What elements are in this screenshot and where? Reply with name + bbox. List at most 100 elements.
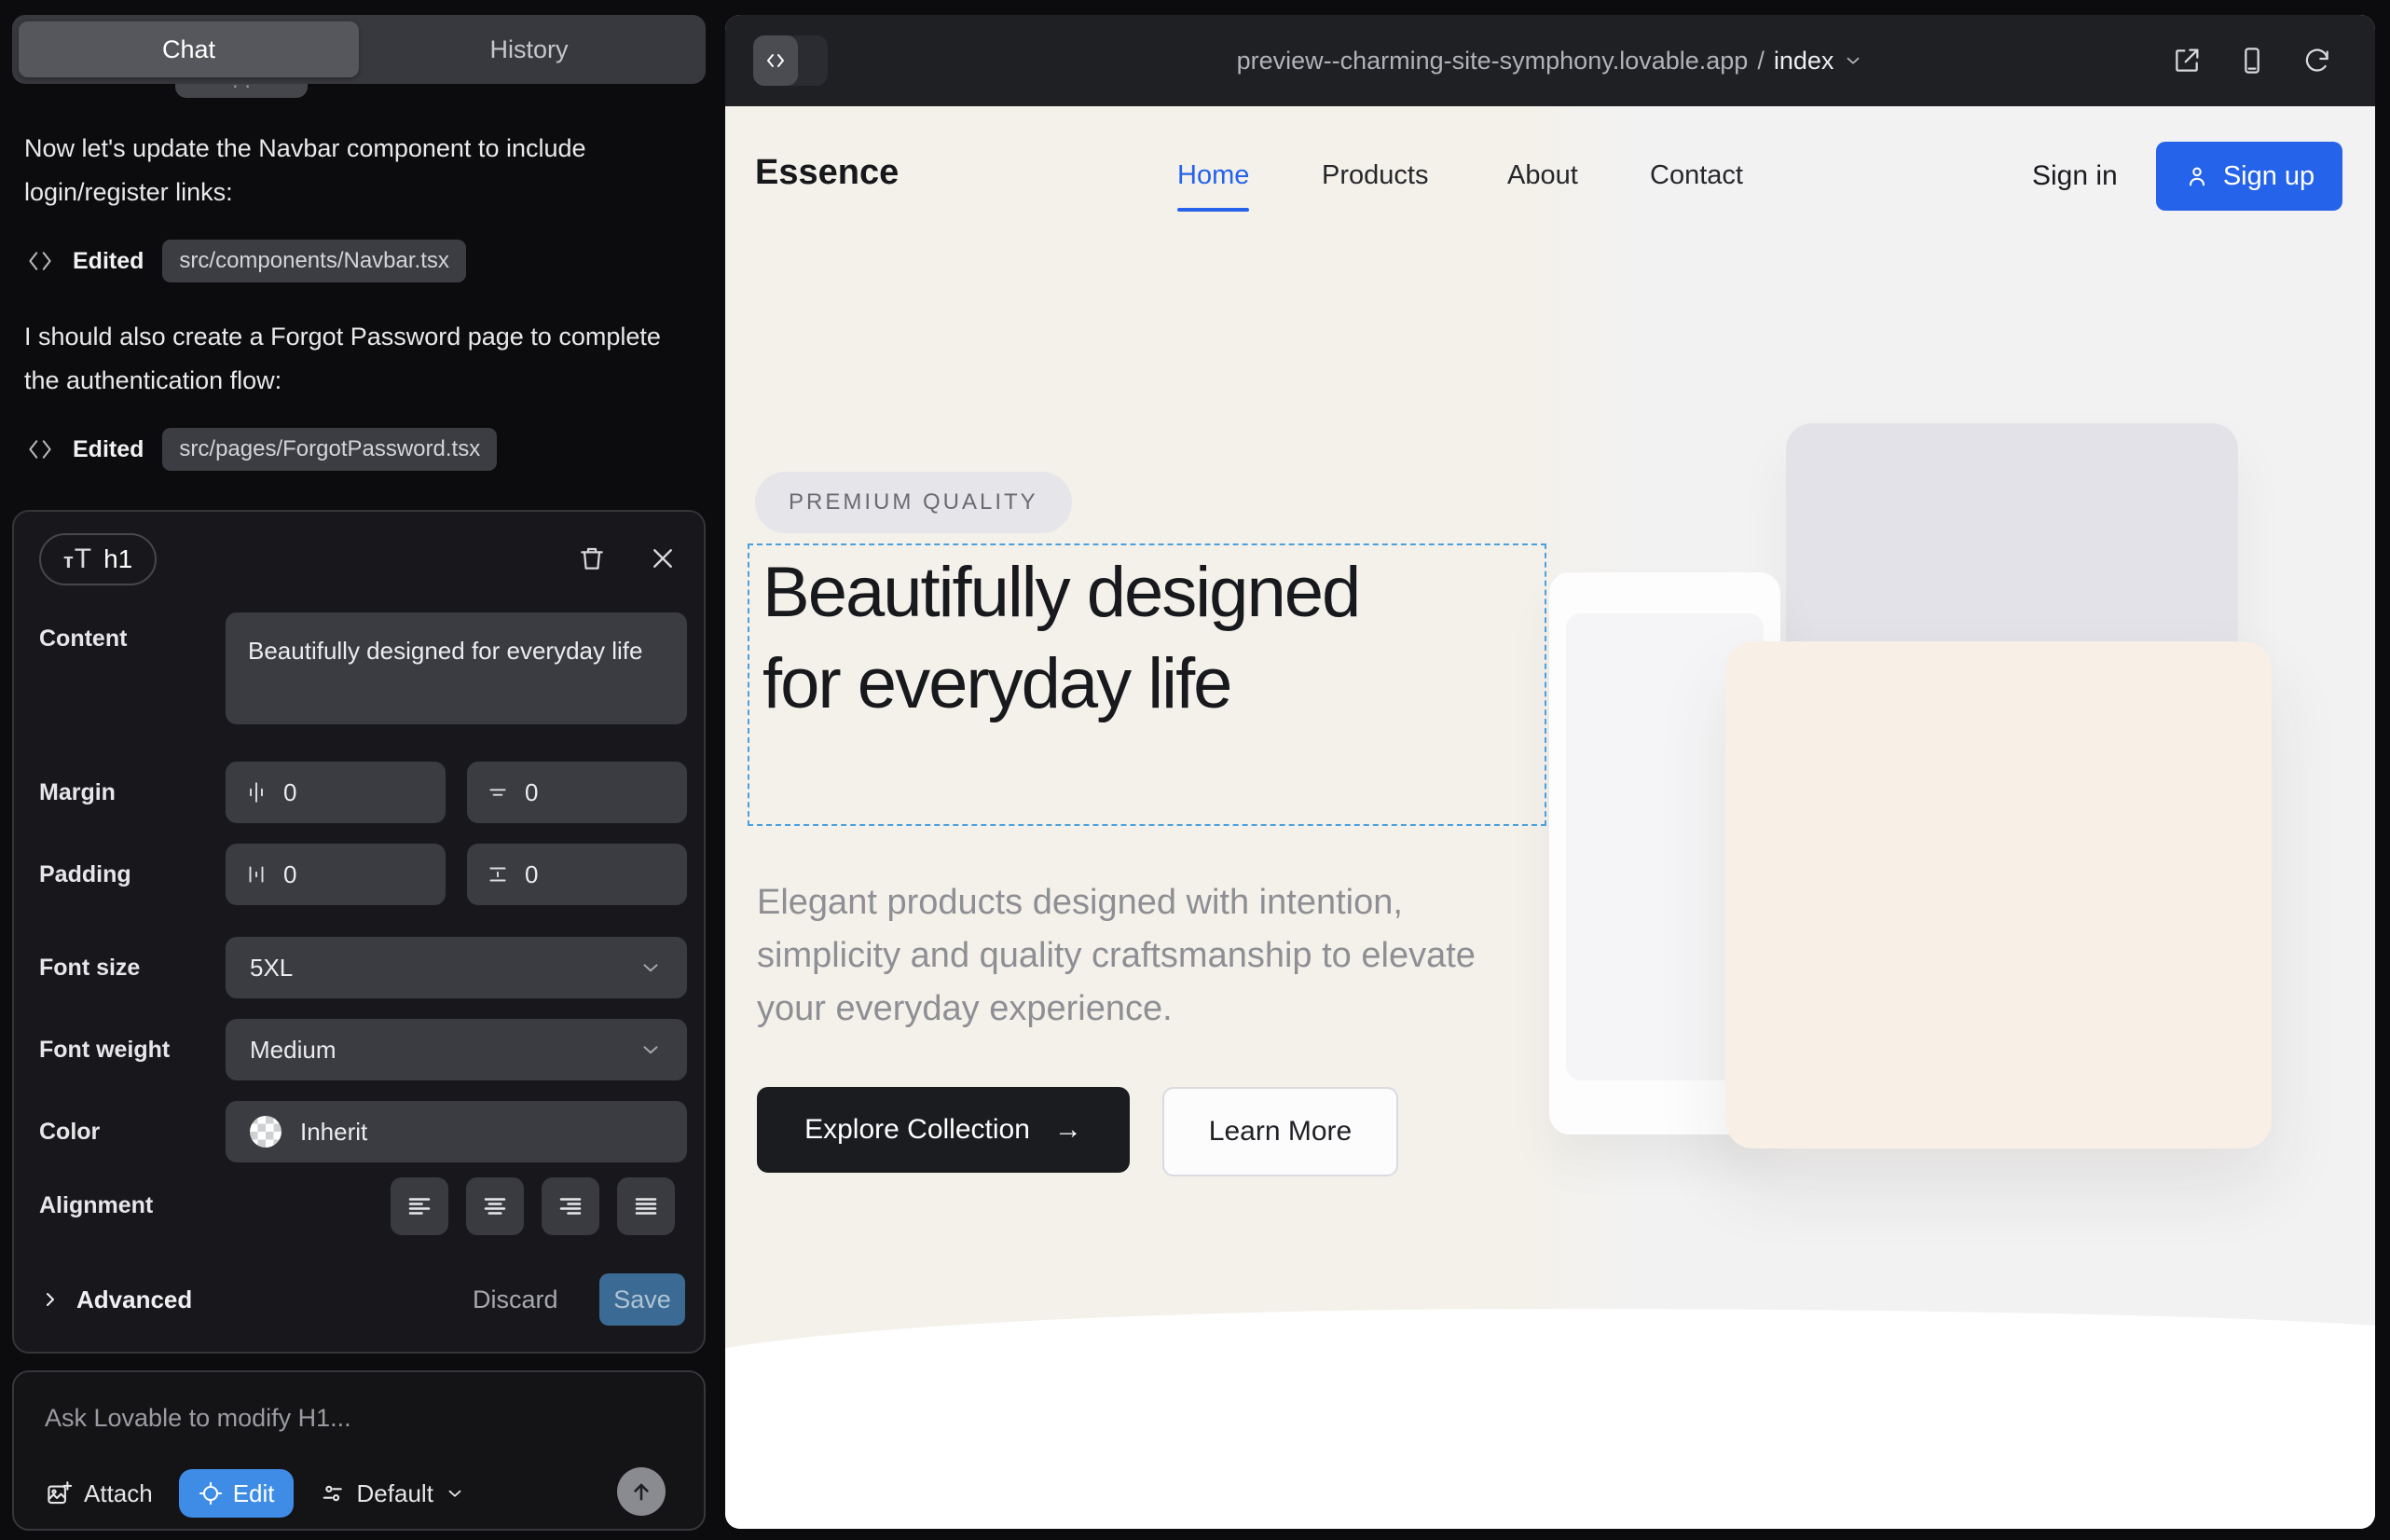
margin-x-input[interactable]: 0 [226, 762, 446, 823]
file-chip[interactable]: src/pages/ForgotPassword.tsx [162, 428, 497, 471]
chat-message: I should also create a Forgot Password p… [24, 315, 688, 403]
padding-y-icon [486, 862, 510, 887]
browser-chrome: preview--charming-site-symphony.lovable.… [725, 15, 2375, 106]
align-center-button[interactable] [466, 1177, 524, 1235]
target-icon [198, 1480, 224, 1506]
chevron-right-icon [39, 1288, 62, 1311]
premium-quality-badge: PREMIUM QUALITY [755, 472, 1072, 533]
chevron-down-icon [639, 1038, 663, 1062]
hero-section: Essence Home Products About Contact Sign… [725, 106, 2375, 1368]
nav-link-home[interactable]: Home [1177, 160, 1249, 191]
font-weight-select[interactable]: Medium [226, 1019, 687, 1080]
edit-mode-button[interactable]: Edit [179, 1469, 294, 1518]
align-justify-icon [632, 1192, 660, 1220]
edited-file-row: Edited src/components/Navbar.tsx [26, 239, 466, 283]
edited-file-row: Edited src/pages/ForgotPassword.tsx [26, 427, 497, 472]
color-swatch-icon [250, 1116, 282, 1148]
nav-link-products[interactable]: Products [1322, 160, 1428, 191]
sliders-icon [320, 1480, 346, 1506]
discard-button[interactable]: Discard [473, 1273, 558, 1326]
attach-button[interactable]: Attach [45, 1479, 153, 1508]
delete-element-button[interactable] [573, 540, 611, 577]
explore-collection-button[interactable]: Explore Collection → [757, 1087, 1130, 1173]
chat-composer: Attach Edit Default [12, 1370, 706, 1531]
refresh-icon [2302, 46, 2332, 76]
alignment-label: Alignment [39, 1192, 153, 1219]
alignment-buttons [391, 1177, 675, 1235]
align-justify-button[interactable] [617, 1177, 675, 1235]
arrow-right-icon: → [1054, 1114, 1082, 1146]
close-icon [649, 544, 677, 572]
align-center-icon [481, 1192, 509, 1220]
refresh-button[interactable] [2302, 46, 2332, 76]
color-select[interactable]: Inherit [226, 1101, 687, 1162]
align-right-icon [556, 1192, 584, 1220]
site-logo[interactable]: Essence [755, 153, 899, 193]
composer-toolbar: Attach Edit Default [45, 1469, 465, 1518]
chrome-actions [2172, 15, 2332, 106]
url-bar[interactable]: preview--charming-site-symphony.lovable.… [725, 15, 2375, 106]
align-left-button[interactable] [391, 1177, 448, 1235]
app-root: Chat History · · Now let's update the Na… [0, 0, 2390, 1540]
mobile-view-button[interactable] [2237, 46, 2267, 76]
sign-up-button[interactable]: Sign up [2156, 142, 2342, 211]
padding-y-input[interactable]: 0 [467, 844, 687, 905]
selected-element-outline: Beautifully designed for everyday life [748, 543, 1546, 826]
margin-x-icon [244, 780, 268, 804]
chat-message: Now let's update the Navbar component to… [24, 127, 688, 214]
nav-link-contact[interactable]: Contact [1650, 160, 1743, 191]
edited-label: Edited [73, 248, 144, 275]
align-right-button[interactable] [542, 1177, 599, 1235]
learn-more-button[interactable]: Learn More [1162, 1087, 1398, 1176]
tab-chat[interactable]: Chat [19, 21, 359, 77]
url-page: index [1774, 47, 1834, 76]
hero-description: Elegant products designed with intention… [757, 876, 1512, 1036]
mobile-icon [2237, 46, 2267, 76]
url-separator: / [1757, 47, 1765, 76]
send-button[interactable] [617, 1467, 666, 1516]
mode-select[interactable]: Default [320, 1479, 465, 1508]
decorative-card-cream [1725, 641, 2272, 1148]
advanced-toggle[interactable]: Advanced [39, 1273, 192, 1326]
send-icon [628, 1478, 654, 1505]
user-icon [2184, 163, 2210, 189]
file-chip[interactable]: src/components/Navbar.tsx [162, 240, 465, 282]
save-button[interactable]: Save [599, 1273, 685, 1326]
font-size-select[interactable]: 5XL [226, 937, 687, 998]
edited-label: Edited [73, 436, 144, 463]
site-navbar: Essence Home Products About Contact Sign… [725, 106, 2375, 246]
open-external-button[interactable] [2172, 46, 2202, 76]
color-label: Color [39, 1119, 100, 1146]
scrolled-chip-partial: · · [175, 84, 308, 98]
url-domain: preview--charming-site-symphony.lovable.… [1237, 47, 1749, 76]
chevron-down-icon [639, 956, 663, 980]
composer-input[interactable] [45, 1404, 660, 1433]
content-label: Content [39, 626, 127, 653]
hero-bottom-curve [725, 1309, 2375, 1368]
site-content: Essence Home Products About Contact Sign… [725, 106, 2375, 1529]
font-weight-label: Font weight [39, 1037, 170, 1064]
typography-icon: ᴛT [63, 543, 92, 575]
attach-icon [45, 1479, 73, 1507]
margin-y-icon [486, 780, 510, 804]
margin-y-input[interactable]: 0 [467, 762, 687, 823]
align-left-icon [405, 1192, 433, 1220]
close-editor-button[interactable] [644, 540, 681, 577]
tab-history[interactable]: History [359, 21, 699, 77]
preview-window: preview--charming-site-symphony.lovable.… [725, 15, 2375, 1529]
hero-heading[interactable]: Beautifully designed for everyday life [762, 547, 1378, 730]
font-size-label: Font size [39, 955, 140, 982]
padding-x-icon [244, 862, 268, 887]
selected-element-tag: ᴛT h1 [39, 533, 157, 585]
nav-link-about[interactable]: About [1507, 160, 1578, 191]
margin-label: Margin [39, 779, 116, 806]
trash-icon [577, 543, 607, 573]
sign-in-link[interactable]: Sign in [2032, 160, 2118, 192]
tag-name: h1 [103, 544, 132, 574]
external-link-icon [2172, 46, 2202, 76]
chevron-down-icon [445, 1483, 465, 1504]
content-textarea[interactable]: Beautifully designed for everyday life [226, 612, 687, 724]
padding-x-input[interactable]: 0 [226, 844, 446, 905]
chevron-down-icon [1843, 50, 1863, 71]
chat-history-tabs: Chat History [12, 15, 706, 84]
